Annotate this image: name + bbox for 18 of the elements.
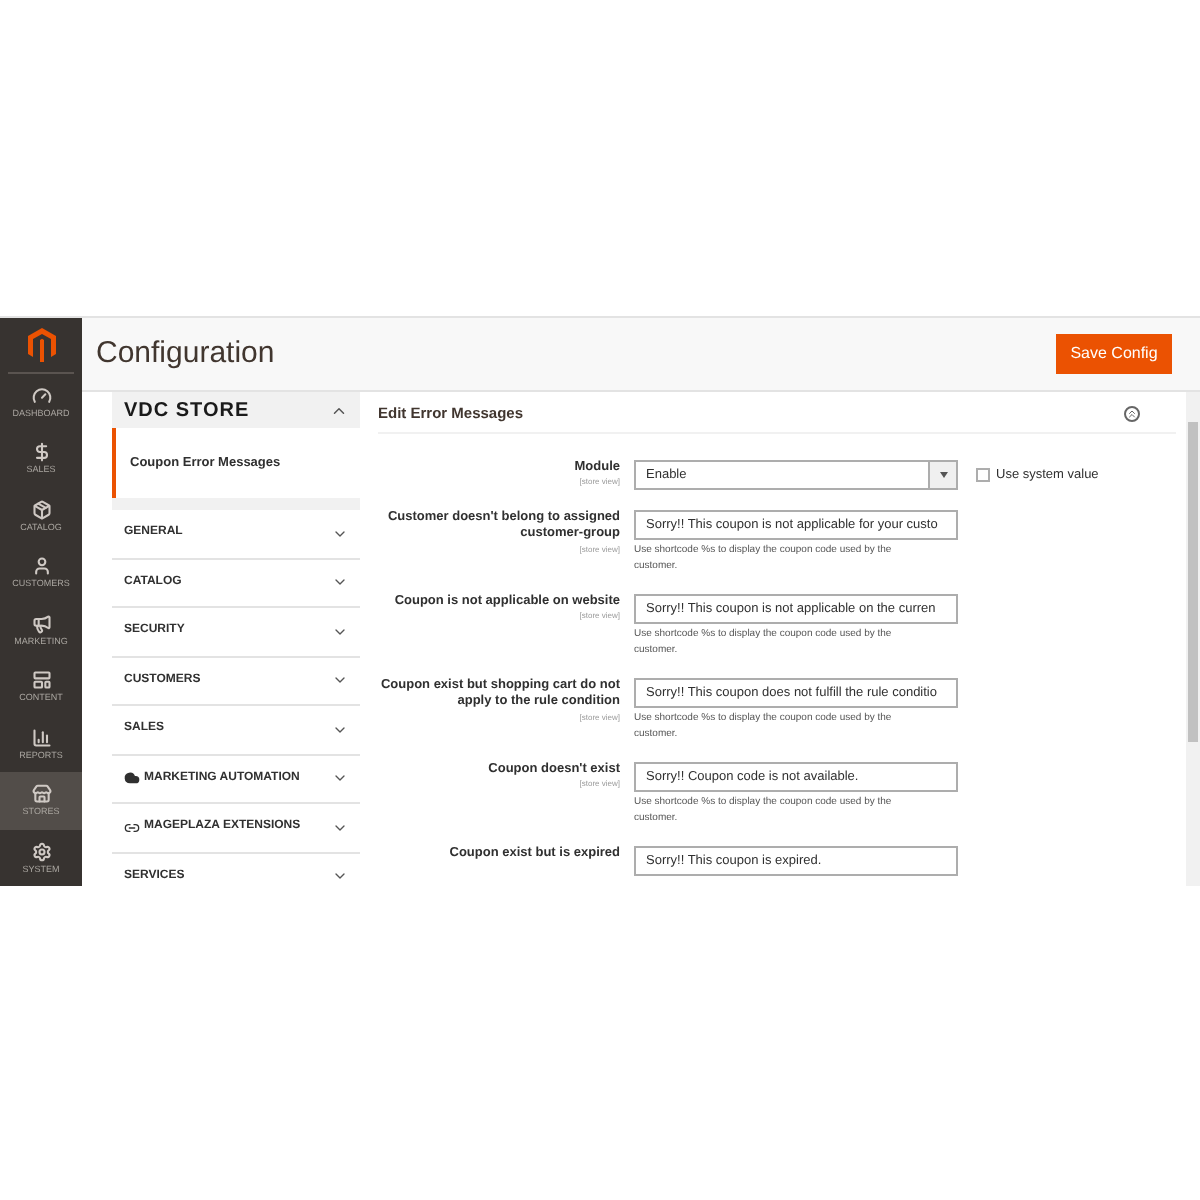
- gauge-icon: [31, 385, 51, 405]
- collapse-icon: [1124, 405, 1140, 421]
- dollar-icon: [31, 442, 51, 462]
- person-icon: [31, 556, 51, 576]
- store-icon: [31, 784, 51, 804]
- save-config-button[interactable]: Save Config: [1056, 334, 1172, 374]
- cloud-icon: [124, 770, 140, 787]
- logo-icon: [27, 327, 55, 362]
- box-icon: [31, 499, 51, 519]
- link-icon: [124, 819, 140, 836]
- bar-chart-icon: [31, 727, 51, 747]
- dropdown-caret-icon: [939, 472, 947, 478]
- megaphone-icon: [31, 613, 51, 633]
- page-title: Configuration: [96, 333, 275, 374]
- settings-icon: [31, 841, 51, 861]
- scrollbar[interactable]: [1186, 392, 1200, 886]
- tab-group-header[interactable]: VDC STORE: [112, 392, 360, 428]
- layout-icon: [31, 670, 51, 690]
